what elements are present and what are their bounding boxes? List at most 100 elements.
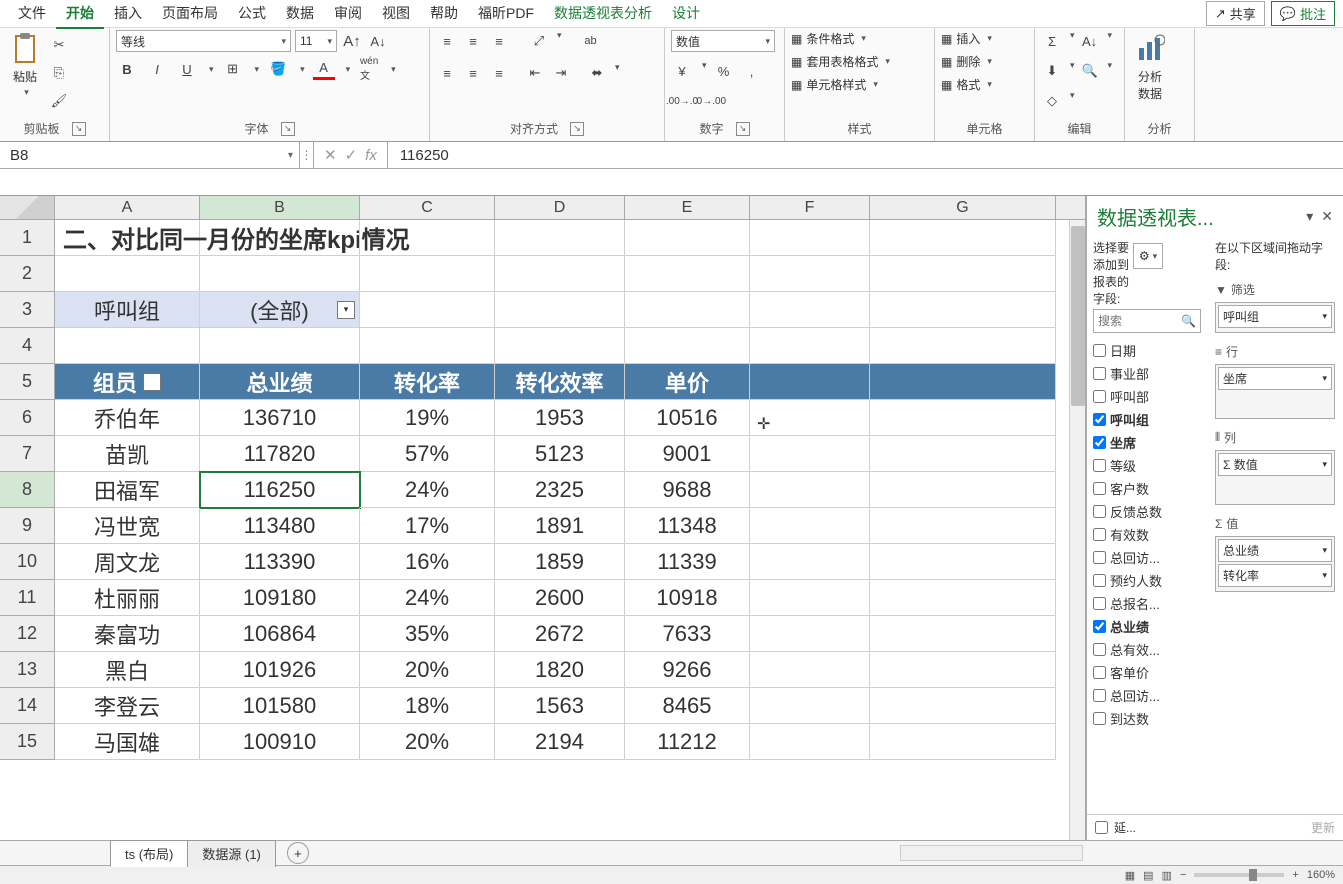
field-checkbox[interactable] [1093, 528, 1106, 541]
row-header[interactable]: 11 [0, 580, 55, 616]
field-item[interactable]: 客单价 [1093, 661, 1201, 684]
cell[interactable]: 10516 [625, 400, 750, 436]
sort-filter-icon[interactable]: A↓ [1079, 30, 1101, 52]
field-item[interactable]: 客户数 [1093, 477, 1201, 500]
comma-icon[interactable]: , [741, 60, 763, 82]
rows-area-well[interactable]: 坐席▾ [1215, 364, 1335, 419]
panel-close-icon[interactable]: ✕ [1321, 208, 1333, 225]
cell[interactable]: 17% [360, 508, 495, 544]
cols-area-well[interactable]: Σ 数值▾ [1215, 450, 1335, 505]
field-item[interactable]: 有效数 [1093, 523, 1201, 546]
worksheet[interactable]: ABCDEFG 1二、对比同一月份的坐席kpi情况23呼叫组(全部)▾45组员 … [0, 196, 1086, 840]
menu-item-2[interactable]: 插入 [104, 0, 152, 29]
italic-button[interactable]: I [146, 58, 168, 80]
field-checkbox[interactable] [1093, 413, 1106, 426]
cell[interactable]: 113390 [200, 544, 360, 580]
merge-icon[interactable]: ⬌ [586, 62, 608, 84]
field-checkbox[interactable] [1093, 689, 1106, 702]
col-header-E[interactable]: E [625, 196, 750, 219]
field-item[interactable]: 总报名... [1093, 592, 1201, 615]
cell[interactable] [750, 256, 870, 292]
area-pill[interactable]: 呼叫组▾ [1218, 305, 1332, 328]
field-checkbox[interactable] [1093, 574, 1106, 587]
clear-icon[interactable]: ◇ [1041, 90, 1063, 112]
border-icon[interactable]: ⊞ [222, 58, 244, 80]
dialog-launcher-icon[interactable]: ↘ [570, 122, 584, 136]
field-item[interactable]: 到达数 [1093, 707, 1201, 730]
cell[interactable]: 18% [360, 688, 495, 724]
cell[interactable] [625, 256, 750, 292]
row-header[interactable]: 14 [0, 688, 55, 724]
currency-icon[interactable]: ¥ [671, 60, 693, 82]
cell[interactable]: 57% [360, 436, 495, 472]
cell[interactable]: 1820 [495, 652, 625, 688]
cell[interactable] [750, 616, 870, 652]
fill-icon[interactable]: ⬇ [1041, 60, 1063, 82]
cell[interactable] [360, 220, 495, 256]
cell[interactable] [870, 580, 1056, 616]
cell[interactable]: 24% [360, 580, 495, 616]
sheet-tab[interactable]: ts (布局) [110, 840, 188, 867]
col-header-C[interactable]: C [360, 196, 495, 219]
cell[interactable] [750, 724, 870, 760]
col-header-F[interactable]: F [750, 196, 870, 219]
decrease-decimal-icon[interactable]: .0→.00 [699, 90, 721, 112]
conditional-format-button[interactable]: ▦条件格式▾ [791, 30, 866, 47]
cell[interactable]: 20% [360, 724, 495, 760]
field-item[interactable]: 总业绩 [1093, 615, 1201, 638]
table-format-button[interactable]: ▦套用表格格式▾ [791, 53, 890, 70]
menu-item-5[interactable]: 数据 [276, 0, 324, 29]
cell[interactable] [870, 364, 1056, 400]
view-normal-icon[interactable]: ▦ [1125, 869, 1135, 882]
cell[interactable]: 黑白 [55, 652, 200, 688]
view-break-icon[interactable]: ▥ [1162, 869, 1172, 882]
field-item[interactable]: 预约人数 [1093, 569, 1201, 592]
filter-area-well[interactable]: 呼叫组▾ [1215, 302, 1335, 333]
zoom-out-icon[interactable]: − [1180, 869, 1186, 881]
cell[interactable] [625, 292, 750, 328]
view-page-icon[interactable]: ▤ [1143, 869, 1153, 882]
row-header[interactable]: 2 [0, 256, 55, 292]
font-name-combo[interactable]: 等线▾ [116, 30, 291, 52]
cell[interactable] [360, 256, 495, 292]
row-header[interactable]: 3 [0, 292, 55, 328]
panel-dropdown-icon[interactable]: ▾ [1306, 208, 1313, 225]
increase-decimal-icon[interactable]: .00→.0 [671, 90, 693, 112]
cell[interactable] [495, 328, 625, 364]
field-item[interactable]: 呼叫组 [1093, 408, 1201, 431]
cell[interactable]: 马国雄 [55, 724, 200, 760]
dialog-launcher-icon[interactable]: ↘ [72, 122, 86, 136]
cell[interactable]: 24% [360, 472, 495, 508]
row-header[interactable]: 5 [0, 364, 55, 400]
cell[interactable]: (全部)▾ [200, 292, 360, 328]
cell[interactable]: 冯世宽 [55, 508, 200, 544]
cell[interactable]: 呼叫组 [55, 292, 200, 328]
cell[interactable]: 2194 [495, 724, 625, 760]
cell[interactable]: 1953 [495, 400, 625, 436]
field-item[interactable]: 总回访... [1093, 684, 1201, 707]
cell[interactable]: 109180 [200, 580, 360, 616]
field-item[interactable]: 事业部 [1093, 362, 1201, 385]
field-checkbox[interactable] [1093, 436, 1106, 449]
field-checkbox[interactable] [1093, 666, 1106, 679]
cell[interactable]: 11339 [625, 544, 750, 580]
sort-dropdown-icon[interactable]: ↓ [143, 373, 161, 391]
cell[interactable]: 19% [360, 400, 495, 436]
field-checkbox[interactable] [1093, 712, 1106, 725]
cell[interactable]: 11212 [625, 724, 750, 760]
cell[interactable] [360, 292, 495, 328]
cell[interactable] [625, 220, 750, 256]
area-pill[interactable]: 坐席▾ [1218, 367, 1332, 390]
gear-icon[interactable]: ⚙▾ [1133, 243, 1163, 269]
cell[interactable] [495, 220, 625, 256]
cell[interactable] [870, 256, 1056, 292]
cell[interactable]: 田福军 [55, 472, 200, 508]
cell[interactable]: 1563 [495, 688, 625, 724]
row-header[interactable]: 4 [0, 328, 55, 364]
cell[interactable]: 转化效率 [495, 364, 625, 400]
cell[interactable]: 113480 [200, 508, 360, 544]
cell[interactable] [870, 688, 1056, 724]
cell[interactable] [750, 220, 870, 256]
cell[interactable]: 二、对比同一月份的坐席kpi情况 [55, 220, 200, 256]
defer-checkbox[interactable] [1095, 821, 1108, 834]
